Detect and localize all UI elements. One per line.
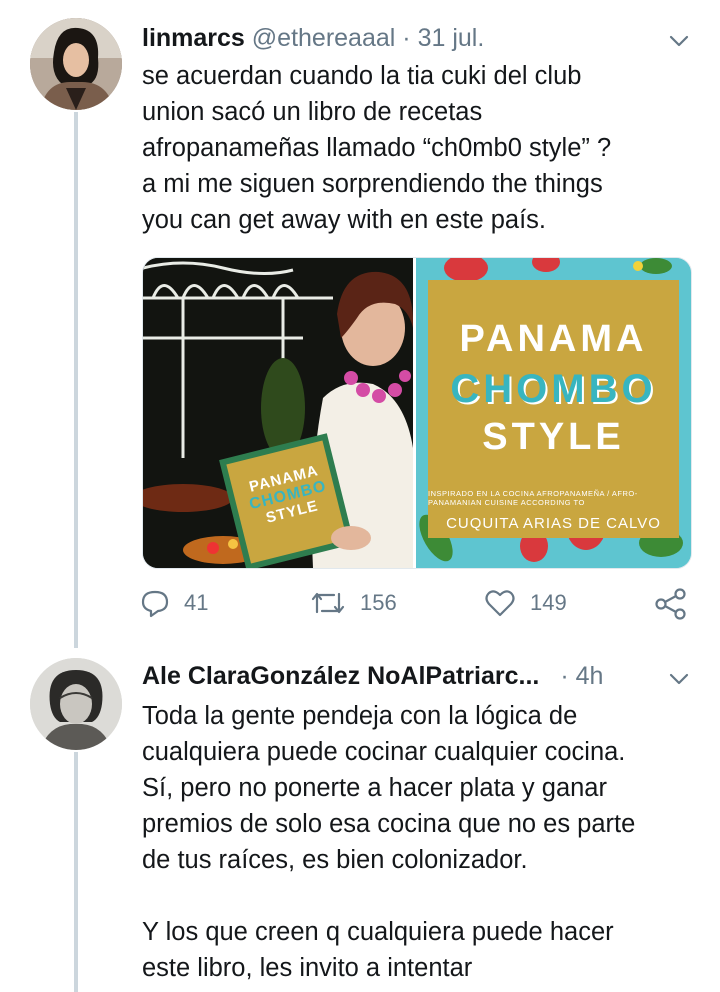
reply-button[interactable]: 41 [140,588,208,618]
tweet-media[interactable]: PANAMA CHOMBO STYLE PANAMA CHOMBO STYLE … [142,257,692,569]
author-name[interactable]: linmarcs [142,24,245,52]
tweet-header: linmarcs @ethereaaal · 31 jul. [142,24,484,53]
like-button[interactable]: 149 [484,588,567,618]
share-button[interactable] [654,588,702,620]
avatar[interactable] [30,658,122,750]
tweet-text-line: you can get away with en este país. [142,206,546,234]
tweet-header: Ale ClaraGonzález NoAlPatriarc... · 4h [142,662,603,691]
book-author: CUQUITA ARIAS DE CALVO [446,515,661,532]
tweet-text-line: a mi me siguen sorprendiendo the things [142,170,603,198]
tweet-timestamp[interactable]: 31 jul. [418,24,485,52]
author-name[interactable]: Ale ClaraGonzález NoAlPatriarc... [142,662,539,690]
tweet-actions: 41 156 149 [140,588,700,622]
tweet-text-line: Y los que creen q cualquiera puede hacer [142,918,614,946]
tweet-text: Toda la gente pendeja con la lógica de c… [142,698,702,986]
media-photo-book-cover[interactable]: PANAMA CHOMBO STYLE INSPIRADO EN LA COCI… [416,258,691,568]
tweet-text-line [142,878,702,914]
book-subtitle: INSPIRADO EN LA COCINA AFROPANAMEÑA / AF… [428,489,638,507]
chevron-down-icon[interactable] [668,668,690,690]
tweet-text-line: afropanameñas llamado “ch0mb0 style” ? [142,134,612,162]
tweet-text-line: Toda la gente pendeja con la lógica de [142,702,578,730]
separator-dot: · [560,662,569,690]
like-count: 149 [530,590,567,615]
retweet-count: 156 [360,590,397,615]
avatar[interactable] [30,18,122,110]
chevron-down-icon[interactable] [668,30,690,52]
separator-dot: · [402,24,411,52]
tweet-text-line: premios de solo esa cocina que no es par… [142,810,636,838]
tweet-timestamp[interactable]: 4h [576,662,604,690]
book-title-line: CHOMBO [450,367,657,411]
retweet-icon [311,592,345,614]
retweet-button[interactable]: 156 [310,588,397,618]
tweet-text-line: este libro, les invito a intentar [142,954,473,982]
thread-connector-line [74,112,78,648]
tweet-text-line: Sí, pero no ponerte a hacer plata y gana… [142,774,607,802]
book-title-line: STYLE [482,416,625,458]
tweet-text-line: cualquiera puede cocinar cualquier cocin… [142,738,626,766]
media-photo-author[interactable]: PANAMA CHOMBO STYLE [143,258,413,568]
tweet-text: se acuerdan cuando la tia cuki del club … [142,58,702,238]
tweet-text-line: se acuerdan cuando la tia cuki del club [142,62,582,90]
author-handle[interactable]: @ethereaaal [252,24,396,52]
book-title-line: PANAMA [459,318,648,360]
tweet-text-line: union sacó un libro de recetas [142,98,483,126]
book-cover: PANAMA CHOMBO STYLE INSPIRADO EN LA COCI… [428,280,679,538]
share-icon [655,588,686,620]
reply-count: 41 [184,590,209,615]
thread-connector-line [74,752,78,992]
tweet-text-line: de tus raíces, es bien colonizador. [142,846,528,874]
like-icon [485,590,515,617]
reply-icon [141,590,169,618]
